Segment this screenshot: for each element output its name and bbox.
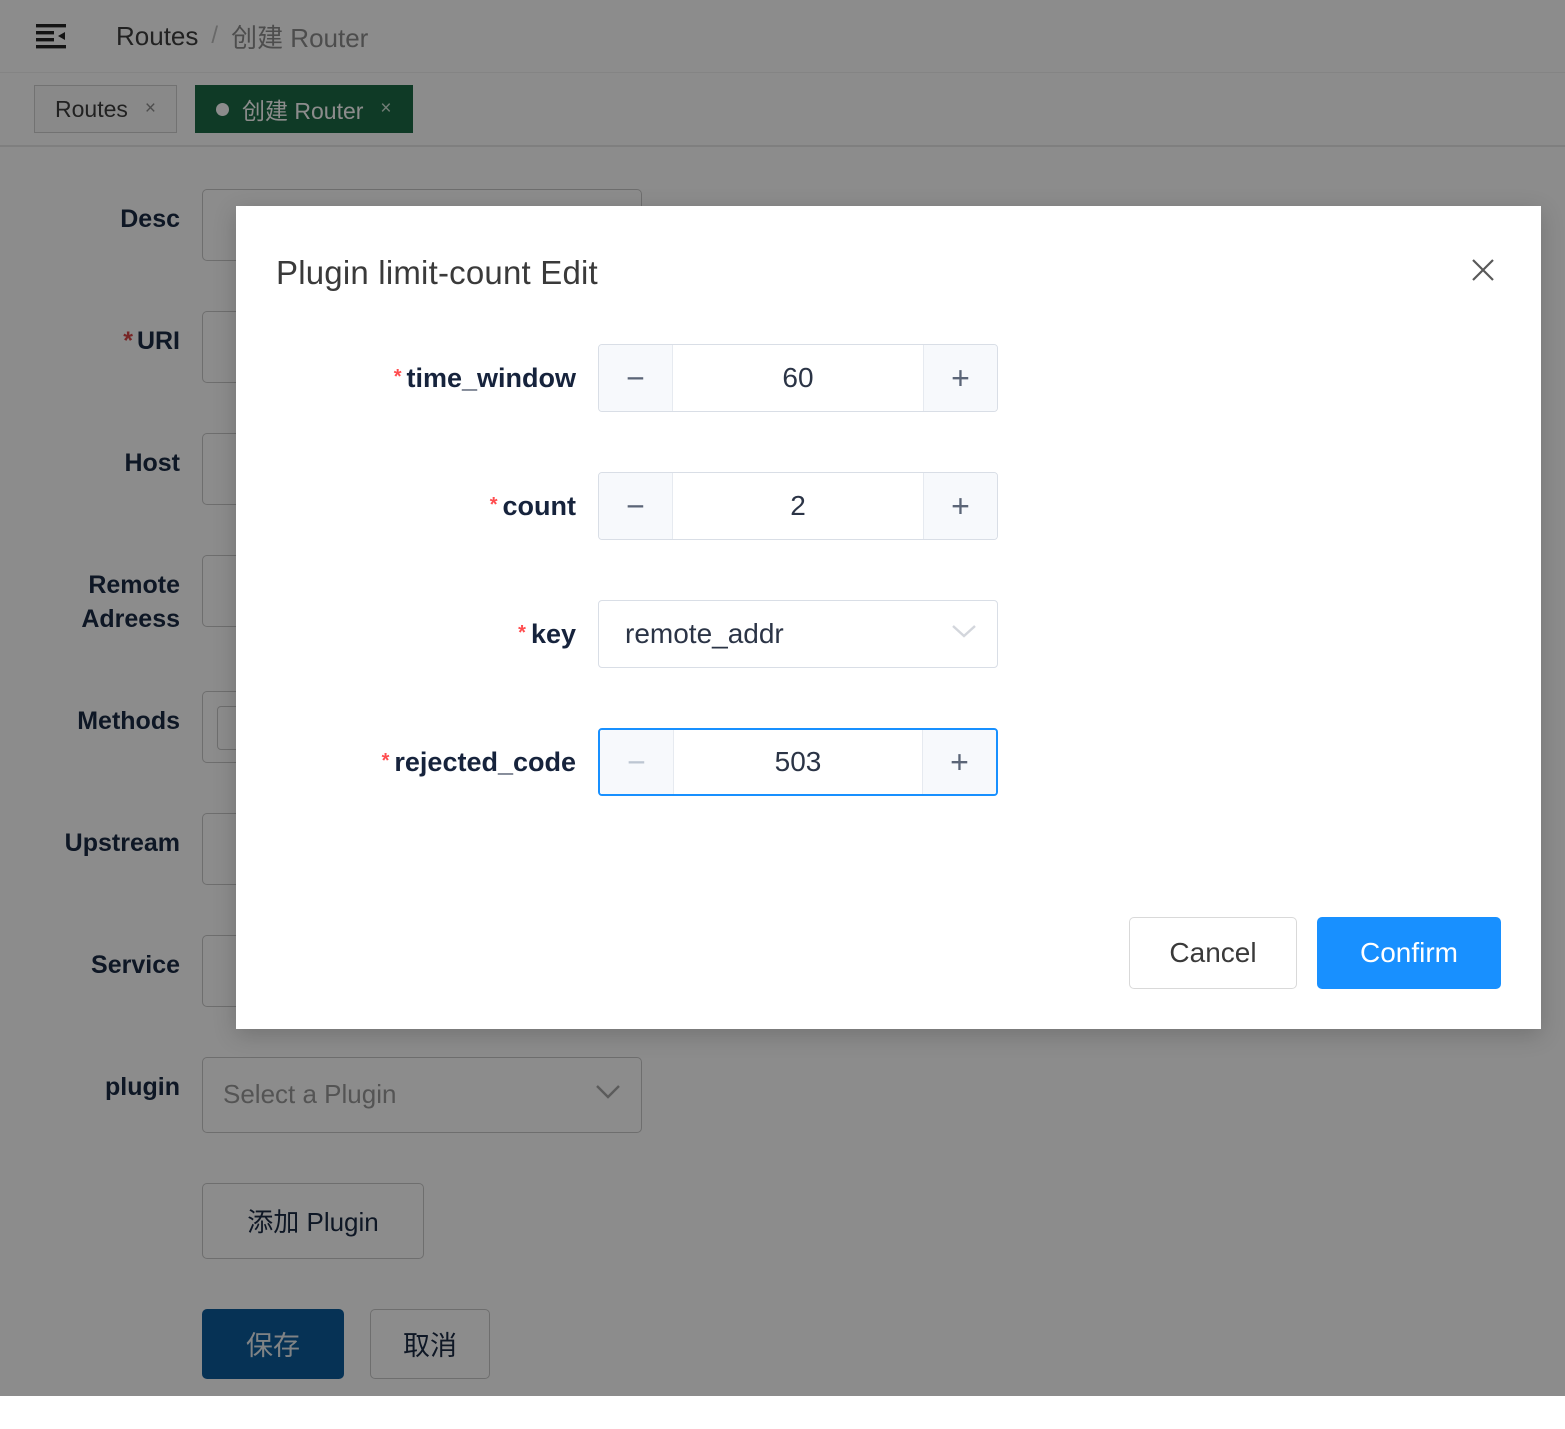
- stepper-time-window[interactable]: − 60 +: [598, 344, 998, 412]
- value-rejected-code[interactable]: 503: [674, 730, 922, 794]
- close-icon[interactable]: [1461, 248, 1505, 292]
- required-marker-icon: *: [518, 622, 526, 644]
- stepper-rejected-code[interactable]: − 503 +: [598, 728, 998, 796]
- select-key[interactable]: remote_addr: [598, 600, 998, 668]
- modal-body: *time_window − 60 + *count − 2 +: [236, 292, 1541, 796]
- modal-title: Plugin limit-count Edit: [276, 254, 1495, 292]
- value-time-window[interactable]: 60: [673, 345, 923, 411]
- increment-rejected-code-button[interactable]: +: [922, 730, 996, 794]
- increment-time-window-button[interactable]: +: [923, 345, 997, 411]
- modal-confirm-button[interactable]: Confirm: [1317, 917, 1501, 989]
- label-time-window: *time_window: [236, 363, 576, 394]
- increment-count-button[interactable]: +: [923, 473, 997, 539]
- stepper-count[interactable]: − 2 +: [598, 472, 998, 540]
- field-row-key: *key remote_addr: [236, 600, 1541, 668]
- modal-cancel-button[interactable]: Cancel: [1129, 917, 1297, 989]
- decrement-count-button[interactable]: −: [599, 473, 673, 539]
- value-count[interactable]: 2: [673, 473, 923, 539]
- required-marker-icon: *: [394, 366, 402, 388]
- field-row-time-window: *time_window − 60 +: [236, 344, 1541, 412]
- value-key: remote_addr: [625, 618, 784, 650]
- modal-footer: Cancel Confirm: [1129, 917, 1501, 989]
- chevron-down-icon[interactable]: [951, 624, 977, 644]
- decrement-time-window-button[interactable]: −: [599, 345, 673, 411]
- field-row-rejected-code: *rejected_code − 503 +: [236, 728, 1541, 796]
- field-row-count: *count − 2 +: [236, 472, 1541, 540]
- plugin-edit-modal: Plugin limit-count Edit *time_window − 6…: [236, 206, 1541, 1029]
- label-count: *count: [236, 491, 576, 522]
- decrement-rejected-code-button[interactable]: −: [600, 730, 674, 794]
- required-marker-icon: *: [490, 494, 498, 516]
- modal-header: Plugin limit-count Edit: [236, 206, 1541, 292]
- label-rejected-code: *rejected_code: [236, 747, 576, 778]
- required-marker-icon: *: [382, 750, 390, 772]
- label-key: *key: [236, 619, 576, 650]
